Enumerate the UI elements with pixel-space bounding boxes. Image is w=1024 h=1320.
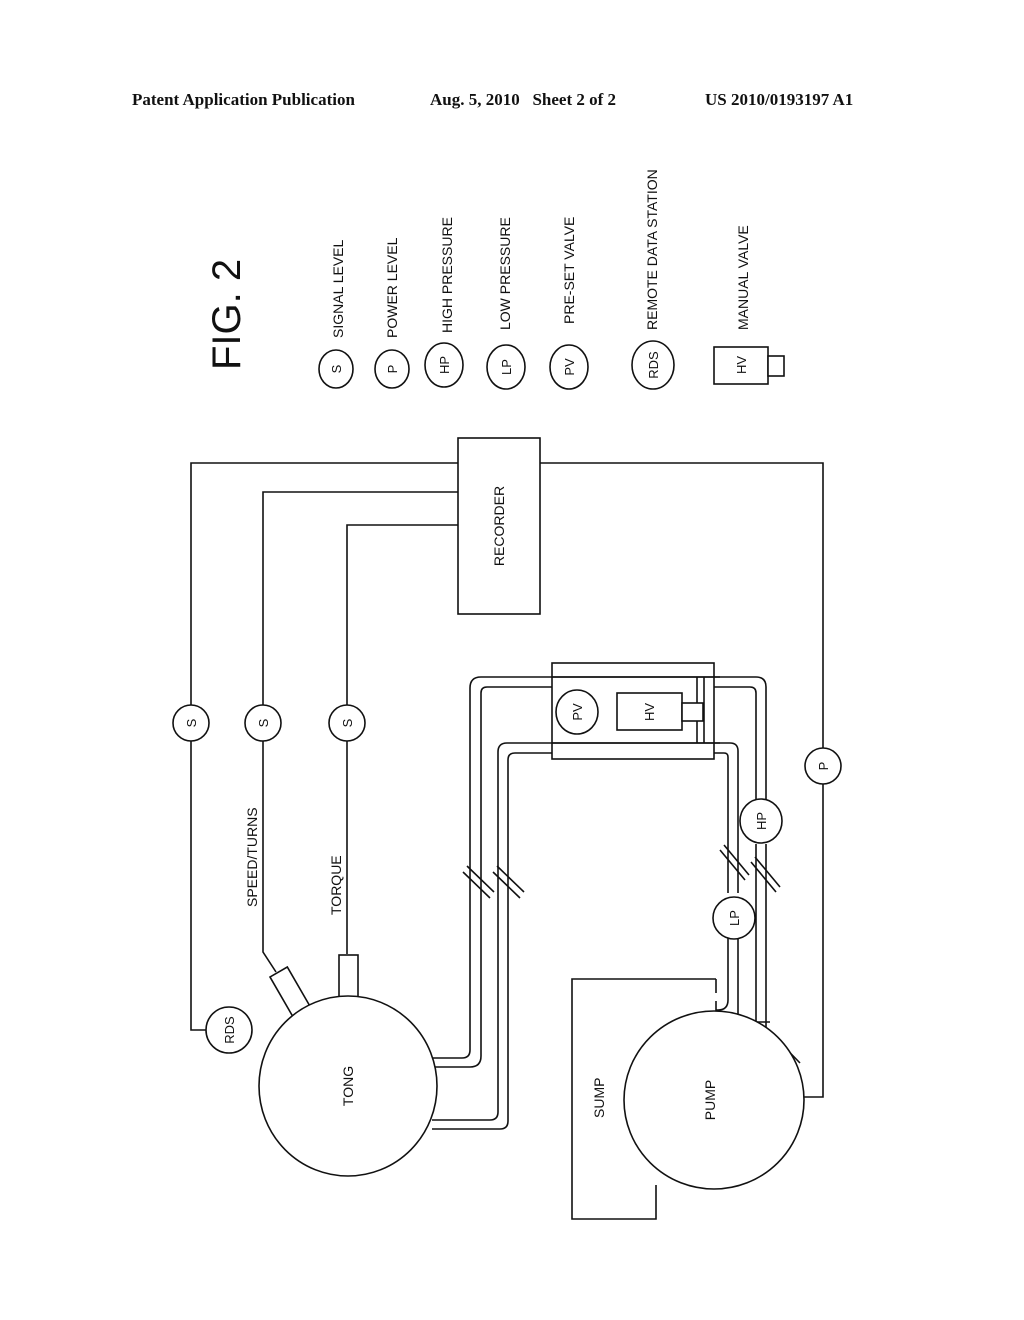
legend-symbol: HP [437,356,452,374]
figure-title: FIG. 2 [205,259,249,370]
manual-valve-handle-icon [681,702,704,722]
sump-label: SUMP [591,1078,607,1118]
legend-label: PRE-SET VALVE [561,217,577,324]
high-pressure-label: HP [754,812,769,830]
legend-label: REMOTE DATA STATION [644,169,660,330]
legend-item-remote-data-station: RDS REMOTE DATA STATION [631,169,675,390]
legend-item-high-pressure: HP HIGH PRESSURE [424,217,464,388]
legend-label: MANUAL VALVE [735,225,751,330]
tong: TONG [258,995,438,1177]
torque-label: TORQUE [328,855,344,915]
signal-label: S [256,718,271,727]
low-pressure-label: LP [727,910,742,926]
power-label: P [816,762,831,771]
legend-label: SIGNAL LEVEL [330,239,346,338]
rds-label: RDS [222,1016,237,1044]
fig2-diagram: FIG. 2 S SIGNAL LEVEL P POWER LEVEL HP H… [172,169,842,1220]
legend-label: HIGH PRESSURE [439,217,455,333]
legend: S SIGNAL LEVEL P POWER LEVEL HP HIGH PRE… [318,169,785,390]
legend-label: LOW PRESSURE [497,217,513,330]
recorder: RECORDER [457,437,541,615]
manual-valve-label: HV [642,703,657,721]
manual-valve-handle-icon [767,355,785,377]
low-pressure-gauge: LP [712,896,756,940]
signal-sensor-rds: S [172,704,210,742]
legend-item-signal-level: S SIGNAL LEVEL [318,239,354,389]
pump-label: PUMP [702,1080,718,1120]
legend-symbol: LP [499,359,514,375]
signal-sensor-torque: S [328,704,366,742]
legend-symbol: HV [734,356,749,374]
signal-label: S [340,718,355,727]
high-pressure-gauge: HP [739,798,783,844]
preset-valve: PV [555,689,599,735]
legend-symbol: PV [562,358,577,376]
preset-valve-label: PV [570,703,585,721]
signal-label: S [184,718,199,727]
speed-turns-label: SPEED/TURNS [244,807,260,907]
pump: PUMP [623,1010,805,1190]
manual-valve: HV [616,692,704,731]
recorder-label: RECORDER [491,486,507,566]
signal-sensor-speed: S [244,704,282,742]
torque-sensor [338,954,359,1003]
remote-data-station: RDS [205,1006,253,1054]
legend-item-power-level: P POWER LEVEL [374,237,410,389]
legend-symbol: S [329,364,344,373]
legend-item-preset-valve: PV PRE-SET VALVE [549,217,589,390]
power-meter: P [804,747,842,785]
legend-item-manual-valve: HV MANUAL VALVE [713,225,785,385]
legend-symbol: P [385,365,400,374]
legend-label: POWER LEVEL [384,237,400,338]
tong-label: TONG [340,1066,356,1106]
legend-item-low-pressure: LP LOW PRESSURE [486,217,526,390]
legend-symbol: RDS [646,351,661,379]
